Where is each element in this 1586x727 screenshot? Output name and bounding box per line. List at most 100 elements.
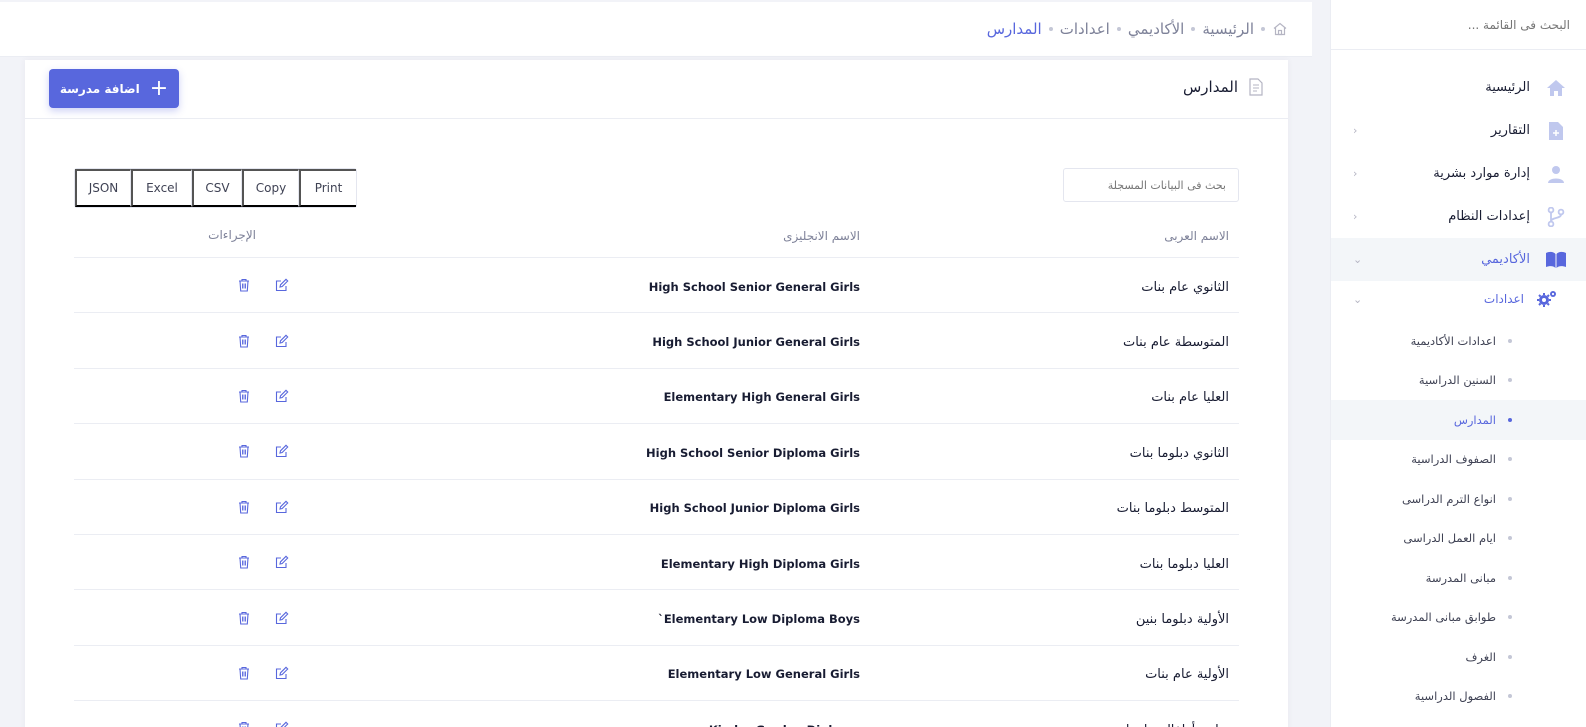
row-actions: [236, 443, 308, 459]
sidebar-item-label: إعدادات النظام: [1448, 209, 1530, 224]
breadcrumb-separator: [1048, 27, 1053, 31]
json-button[interactable]: JSON: [75, 169, 131, 207]
sidebar-leaf-label: مبانى المدرسة: [1425, 570, 1496, 585]
table-header: الاسم العربى الاسم الانجليزى الإجراءات: [74, 212, 1239, 258]
sidebar-item-label: الأكاديمي: [1481, 252, 1530, 267]
edit-icon[interactable]: [274, 388, 290, 404]
sidebar-leaf-item[interactable]: الفصول الدراسية: [1331, 677, 1586, 717]
sidebar-item-system-settings[interactable]: إعدادات النظام ‹: [1331, 195, 1586, 238]
sidebar-leaf-item[interactable]: طوابق مبانى المدرسة: [1331, 598, 1586, 638]
trash-icon[interactable]: [236, 554, 252, 570]
cell-arabic-name: الثانوي دبلوما بنات: [1129, 445, 1229, 461]
add-school-button[interactable]: اضافة مدرسة +: [49, 69, 179, 108]
sidebar-leaf-item[interactable]: ايام العمل الدراسى: [1331, 519, 1586, 559]
edit-icon[interactable]: [274, 277, 290, 293]
chevron-left-icon: ‹: [1353, 167, 1358, 180]
trash-icon[interactable]: [236, 720, 252, 727]
excel-button[interactable]: Excel: [131, 169, 192, 207]
sidebar-leaf-label: المدارس: [1453, 412, 1496, 427]
sidebar-leaf-item[interactable]: اعدادات الأكاديمية: [1331, 321, 1586, 361]
chevron-left-icon: ‹: [1353, 210, 1358, 223]
table-row: الثانوي عام بنات High School Senior Gener…: [74, 258, 1239, 314]
trash-icon[interactable]: [236, 499, 252, 515]
sidebar-leaf-item[interactable]: انواع الترم الدراسى: [1331, 479, 1586, 519]
sidebar-item-label: إدارة موارد بشرية: [1433, 166, 1530, 181]
bullet-icon: [1508, 417, 1512, 422]
sidebar-item-hr[interactable]: إدارة موارد بشرية ‹: [1331, 152, 1586, 195]
sidebar: الرئيسية التقارير ‹ إدارة موارد بشرية ‹ …: [1330, 0, 1586, 727]
edit-icon[interactable]: [274, 499, 290, 515]
row-actions: [236, 610, 308, 626]
sidebar-item-reports[interactable]: التقارير ‹: [1331, 109, 1586, 152]
sidebar-leaf-item[interactable]: الصفوف الدراسية: [1331, 440, 1586, 480]
sidebar-leaf-label: السنين الدراسية: [1418, 373, 1496, 388]
print-button[interactable]: Print: [299, 169, 356, 207]
export-toolbar: JSON Excel CSV Copy Print: [74, 168, 357, 208]
sidebar-item-academic[interactable]: الأكاديمي ⌄: [1331, 238, 1586, 281]
card-title: المدارس: [1183, 78, 1264, 96]
sidebar-leaf-item[interactable]: السنين الدراسية: [1331, 361, 1586, 401]
breadcrumb-home[interactable]: الرئيسية: [1202, 20, 1254, 38]
breadcrumb: الرئيسية الأكاديمي اعدادات المدارس: [987, 20, 1288, 38]
cell-english-name: Elementary High Diploma Girls: [660, 556, 860, 571]
table-search-input[interactable]: [1063, 168, 1239, 202]
card-header: المدارس اضافة مدرسة +: [25, 60, 1288, 119]
table-row: الثانوي دبلوما بنات High School Senior Di…: [74, 424, 1239, 480]
sidebar-search: [1331, 0, 1586, 50]
bullet-icon: [1508, 654, 1512, 659]
sidebar-leaf-label: الفصول الدراسية: [1414, 689, 1496, 704]
cell-arabic-name: العليا دبلوما بنات: [1139, 556, 1229, 572]
page-title: المدارس: [1182, 78, 1238, 96]
sidebar-leaf-label: ايام العمل الدراسى: [1403, 531, 1496, 546]
header-english-name[interactable]: الاسم الانجليزى: [783, 229, 860, 243]
row-actions: [236, 333, 308, 349]
breadcrumb-separator: [1261, 27, 1265, 31]
cell-english-name: High School Senior General Girls: [648, 279, 860, 294]
trash-icon[interactable]: [236, 443, 252, 459]
sidebar-item-home[interactable]: الرئيسية: [1331, 66, 1586, 109]
bullet-icon: [1508, 338, 1512, 343]
edit-icon[interactable]: [274, 333, 290, 349]
copy-button[interactable]: Copy: [242, 169, 299, 207]
cell-arabic-name: الأولية عام بنات: [1145, 667, 1229, 683]
top-header: الرئيسية الأكاديمي اعدادات المدارس: [0, 2, 1312, 57]
breadcrumb-settings[interactable]: اعدادات: [1060, 20, 1110, 38]
edit-icon[interactable]: [274, 720, 290, 727]
edit-icon[interactable]: [274, 554, 290, 570]
breadcrumb-academic[interactable]: الأكاديمي: [1128, 20, 1184, 38]
sidebar-leaf-label: الغرف: [1465, 649, 1496, 664]
sidebar-leaf-item[interactable]: الغرف: [1331, 637, 1586, 677]
add-school-label: اضافة مدرسة: [59, 81, 140, 96]
cell-english-name: Kinder Garden Diploma: [709, 723, 860, 727]
trash-icon[interactable]: [236, 665, 252, 681]
row-actions: [236, 665, 308, 681]
edit-icon[interactable]: [274, 610, 290, 626]
sidebar-leaf-item[interactable]: المدارس: [1331, 400, 1586, 440]
bullet-icon: [1508, 457, 1512, 462]
sidebar-leaf-label: انواع الترم الدراسى: [1401, 491, 1496, 506]
cell-english-name: High School Senior Diploma Girls: [646, 445, 860, 460]
edit-icon[interactable]: [274, 665, 290, 681]
trash-icon[interactable]: [236, 610, 252, 626]
trash-icon[interactable]: [236, 333, 252, 349]
row-actions: [236, 499, 308, 515]
sidebar-subitem-settings[interactable]: اعدادات ⌄: [1331, 281, 1586, 317]
sidebar-subitem-label: اعدادات: [1483, 292, 1524, 306]
cell-english-name: Elementary High General Girls: [663, 390, 860, 405]
home-icon[interactable]: [1272, 21, 1288, 37]
sidebar-leaf-item[interactable]: مبانى المدرسة: [1331, 558, 1586, 598]
trash-icon[interactable]: [236, 388, 252, 404]
document-icon: [1249, 78, 1263, 96]
gears-icon: [1536, 288, 1558, 310]
sidebar-search-input[interactable]: [1347, 17, 1570, 32]
edit-icon[interactable]: [274, 443, 290, 459]
trash-icon[interactable]: [236, 277, 252, 293]
csv-button[interactable]: CSV: [192, 169, 242, 207]
header-arabic-name[interactable]: الاسم العربى: [1164, 229, 1229, 243]
bullet-icon: [1508, 496, 1512, 501]
breadcrumb-current: المدارس: [986, 20, 1042, 38]
table-row: الأولية دبلوما بنين Elementary Low Diplom…: [74, 590, 1239, 646]
cell-english-name: Elementary Low Diploma Boys`: [658, 612, 860, 627]
bullet-icon: [1508, 378, 1512, 383]
cell-arabic-name: الثانوي عام بنات: [1141, 279, 1229, 295]
